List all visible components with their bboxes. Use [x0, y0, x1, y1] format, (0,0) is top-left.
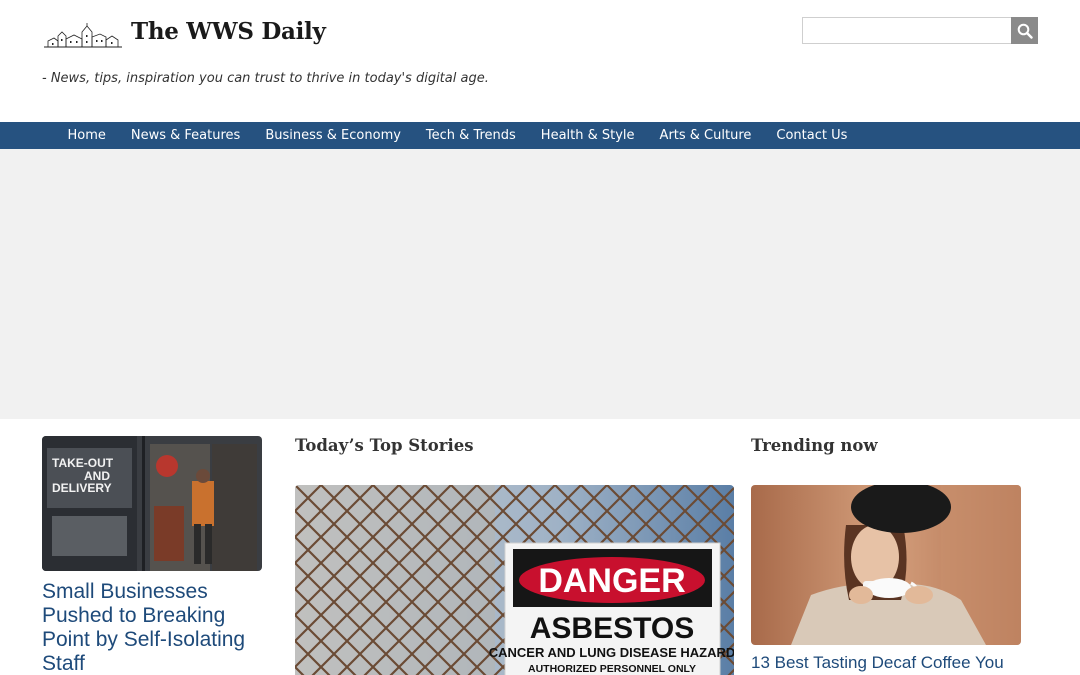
danger-sign-line3: CANCER AND LUNG DISEASE HAZARD	[489, 645, 734, 660]
danger-sign-line1: DANGER	[538, 562, 685, 600]
danger-sign-line4: AUTHORIZED PERSONNEL ONLY	[528, 663, 696, 675]
left-story-image[interactable]: TAKE-OUT AND DELIVERY	[42, 436, 262, 571]
search-button[interactable]	[1011, 17, 1038, 44]
site-tagline: - News, tips, inspiration you can trust …	[42, 71, 489, 86]
danger-sign-line2: ASBESTOS	[530, 612, 695, 645]
top-story-image[interactable]: DANGER ASBESTOS CANCER AND LUNG DISEASE …	[295, 485, 734, 675]
logo-icon[interactable]	[44, 22, 122, 50]
search-icon	[1017, 23, 1033, 39]
top-stories-heading: Today’s Top Stories	[295, 436, 474, 455]
search-input[interactable]	[802, 17, 1012, 44]
main-nav: Home News & Features Business & Economy …	[0, 122, 1080, 149]
nav-item-business-economy[interactable]: Business & Economy	[253, 122, 414, 149]
trending-heading: Trending now	[751, 436, 878, 455]
site-title[interactable]: The WWS Daily	[131, 18, 326, 45]
nav-item-health-style[interactable]: Health & Style	[528, 122, 647, 149]
ad-banner-area	[0, 149, 1080, 419]
nav-item-contact-us[interactable]: Contact Us	[764, 122, 860, 149]
nav-item-news-features[interactable]: News & Features	[118, 122, 252, 149]
nav-item-arts-culture[interactable]: Arts & Culture	[647, 122, 764, 149]
left-story-title[interactable]: Small Businesses Pushed to Breaking Poin…	[42, 580, 267, 675]
nav-item-home[interactable]: Home	[55, 122, 118, 149]
site-header: The WWS Daily - News, tips, inspiration …	[0, 0, 1080, 122]
trending-story-title[interactable]: 13 Best Tasting Decaf Coffee You	[751, 653, 1051, 673]
nav-item-tech-trends[interactable]: Tech & Trends	[413, 122, 528, 149]
trending-story-image[interactable]	[751, 485, 1021, 645]
svg-text:TAKE-OUT: TAKE-OUT	[52, 456, 114, 470]
svg-text:DELIVERY: DELIVERY	[52, 481, 112, 495]
